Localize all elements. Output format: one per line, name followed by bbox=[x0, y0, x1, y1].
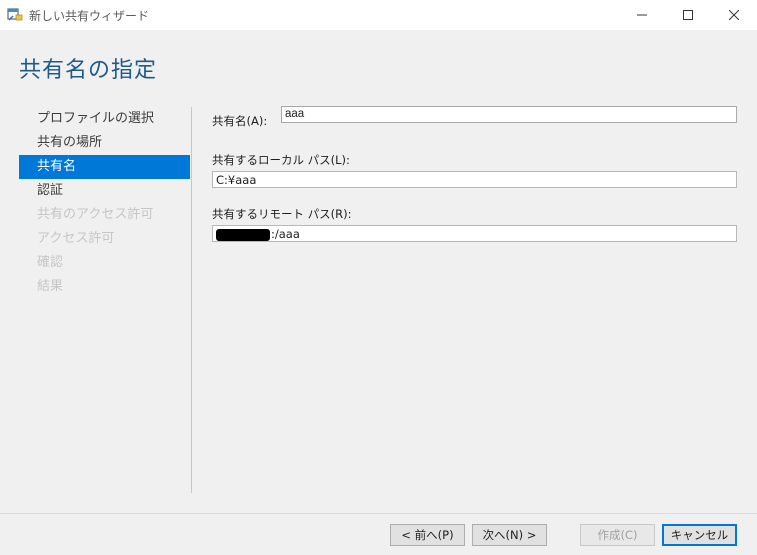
share-name-input[interactable] bbox=[281, 106, 737, 123]
nav-item-share-name[interactable]: 共有名 bbox=[19, 155, 190, 179]
maximize-icon bbox=[683, 10, 693, 20]
minimize-icon bbox=[637, 14, 647, 16]
close-icon bbox=[729, 10, 739, 20]
local-path-label: 共有するローカル パス(L): bbox=[212, 153, 350, 167]
page-title: 共有名の指定 bbox=[19, 58, 158, 83]
remote-path-label: 共有するリモート パス(R): bbox=[212, 207, 352, 221]
close-button[interactable] bbox=[711, 0, 757, 30]
wizard-steps-nav: プロファイルの選択 共有の場所 共有名 認証 共有のアクセス許可 アクセス許可 … bbox=[19, 107, 190, 299]
nav-item-results: 結果 bbox=[37, 279, 64, 294]
nav-item-authentication[interactable]: 認証 bbox=[19, 179, 190, 203]
nav-divider bbox=[191, 107, 192, 493]
title-bar: 新しい共有ウィザード bbox=[0, 0, 757, 30]
remote-path-value: :/aaa bbox=[271, 227, 300, 241]
create-button[interactable]: 作成(C) bbox=[580, 524, 655, 546]
cancel-button[interactable]: キャンセル bbox=[662, 524, 737, 546]
nav-item-permissions: アクセス許可 bbox=[37, 231, 115, 246]
local-path-field[interactable]: C:¥aaa bbox=[212, 171, 737, 188]
nav-item-share-location[interactable]: 共有の場所 bbox=[19, 131, 190, 155]
nav-item-share-permissions: 共有のアクセス許可 bbox=[37, 207, 154, 222]
share-folder-icon bbox=[7, 6, 23, 22]
nav-item-confirmation: 確認 bbox=[37, 255, 64, 270]
share-name-label: 共有名(A): bbox=[212, 114, 268, 128]
redacted-block bbox=[216, 228, 270, 241]
next-button[interactable]: 次へ(N) > bbox=[472, 524, 547, 546]
remote-path-field[interactable]: :/aaa bbox=[212, 225, 737, 242]
minimize-button[interactable] bbox=[619, 0, 665, 30]
nav-item-profile[interactable]: プロファイルの選択 bbox=[19, 107, 190, 131]
back-button[interactable]: < 前へ(P) bbox=[390, 524, 465, 546]
maximize-button[interactable] bbox=[665, 0, 711, 30]
window-title: 新しい共有ウィザード bbox=[29, 9, 150, 23]
